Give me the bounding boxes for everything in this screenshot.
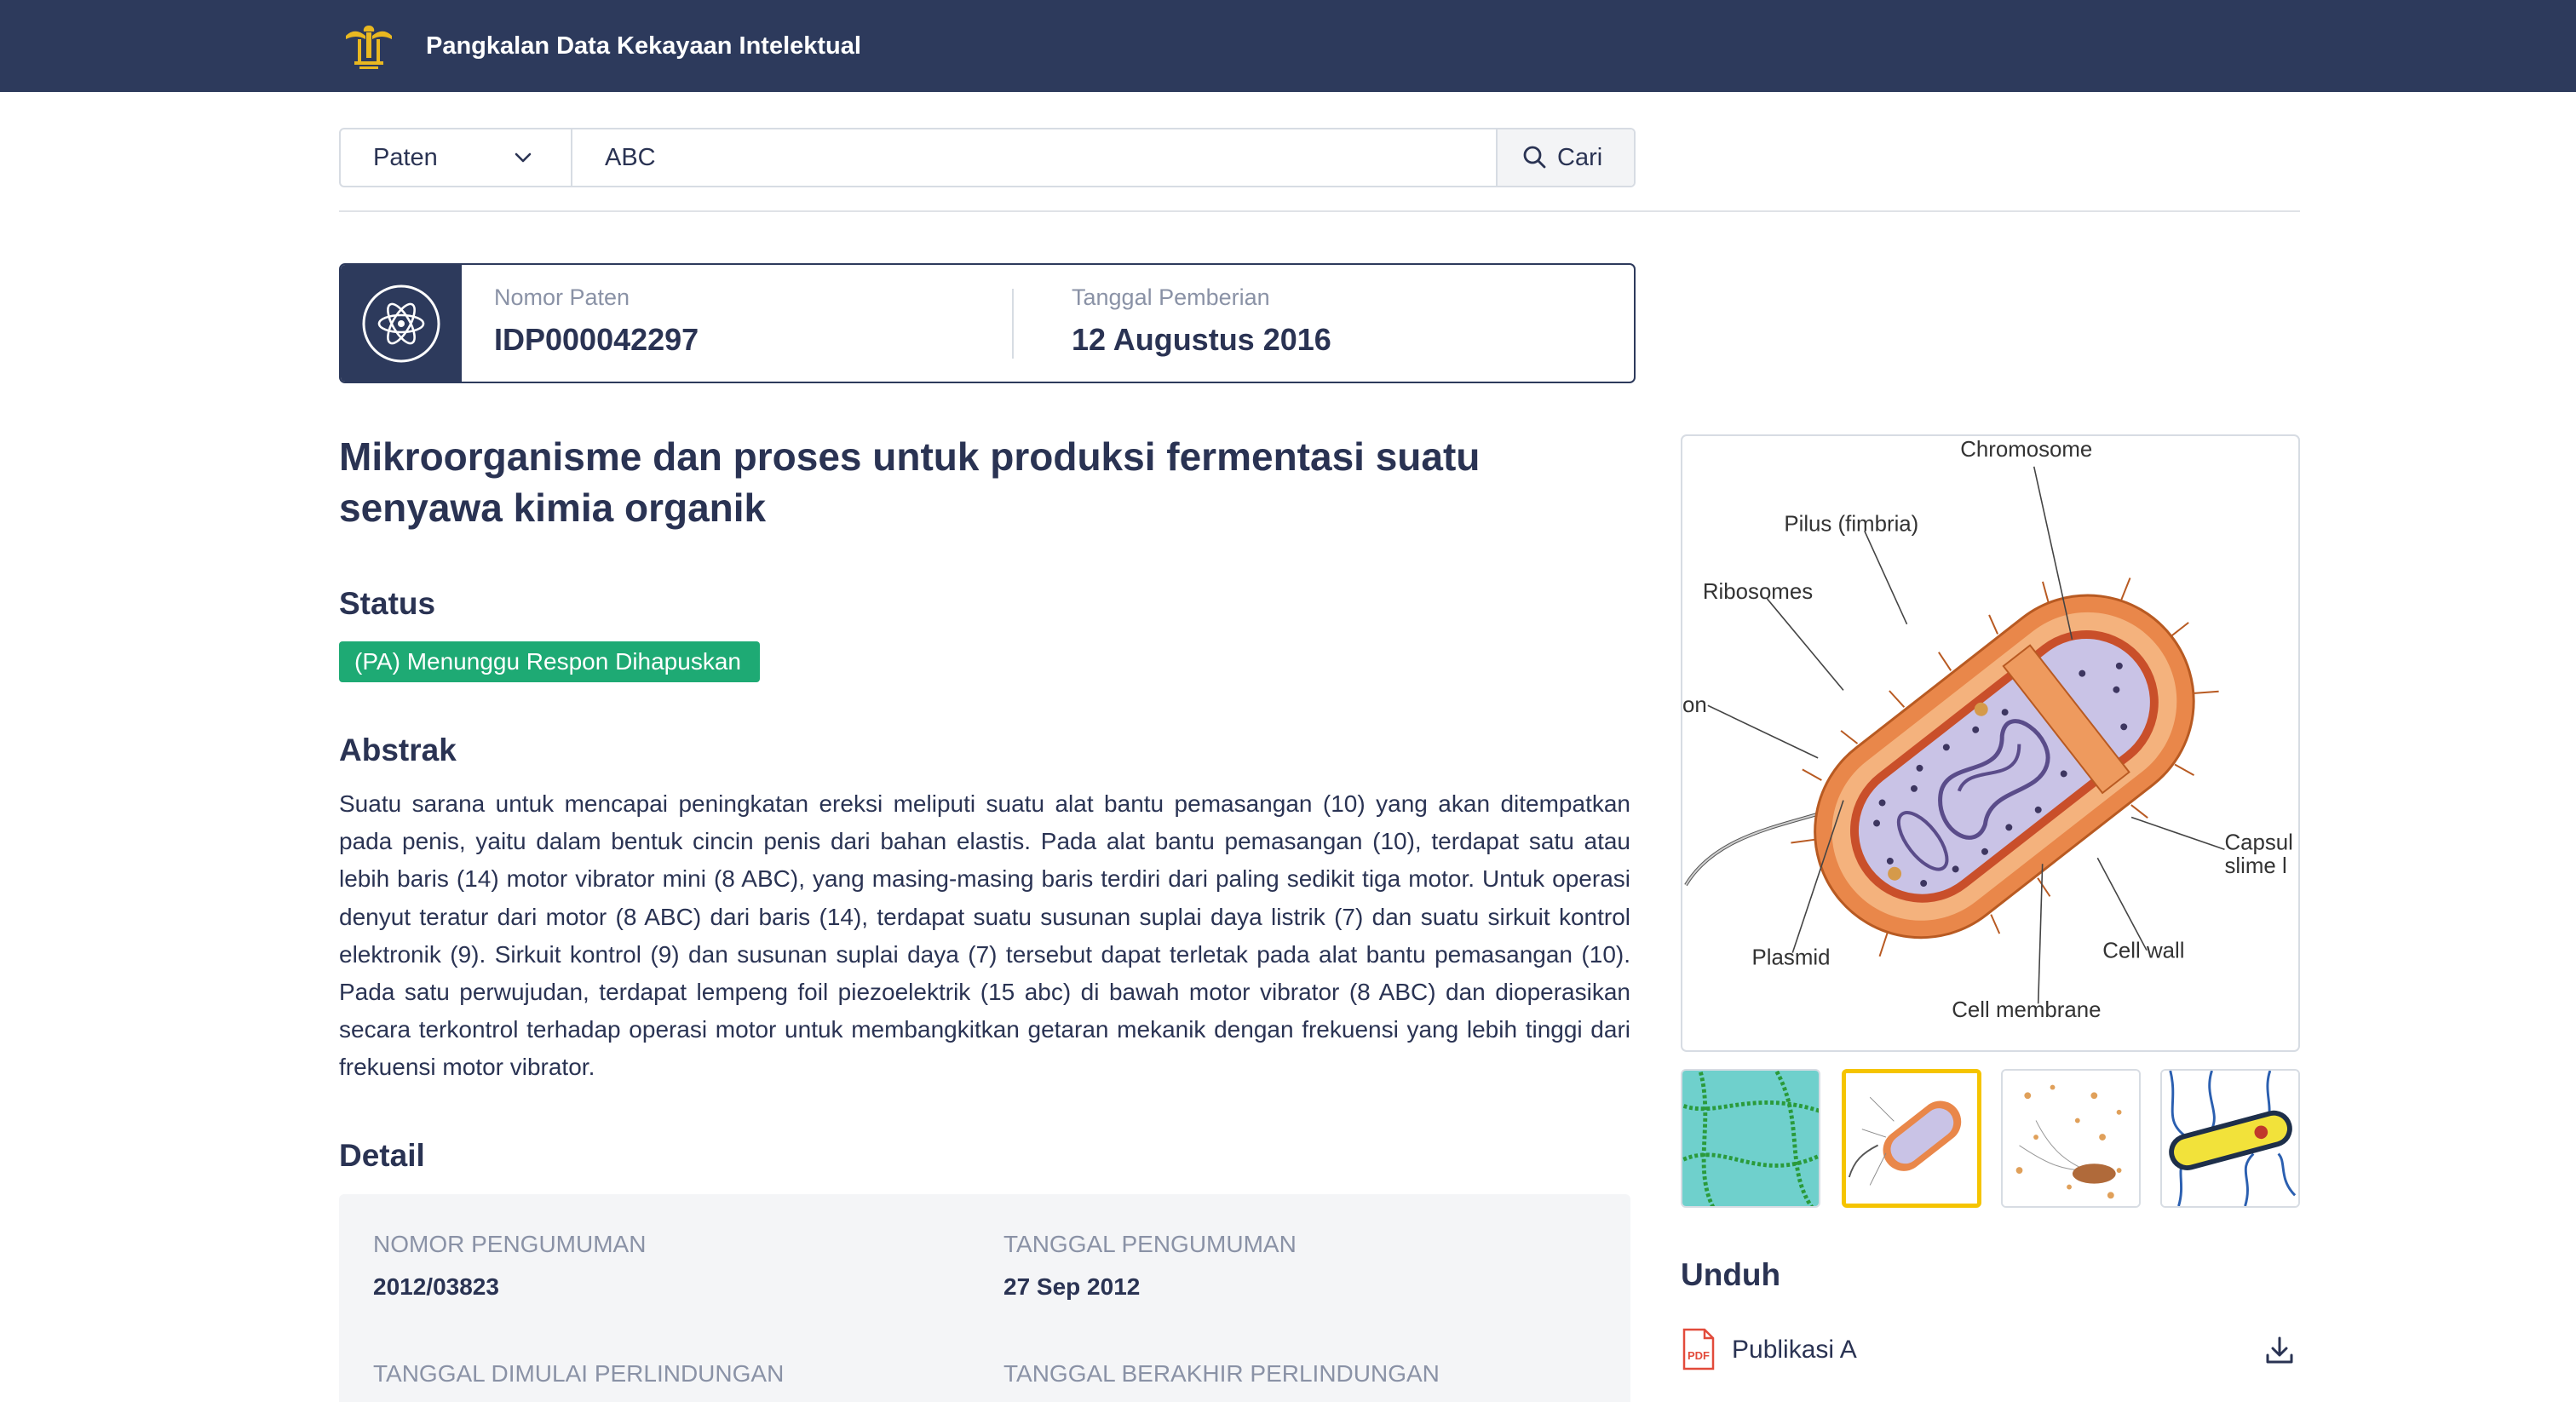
thumbnail-image [1682, 1071, 1819, 1206]
detail-heading: Detail [339, 1138, 425, 1173]
main-figure[interactable]: Chromosome Pilus (fimbria) Ribosomes on … [1681, 434, 2300, 1052]
grant-date-label: Tanggal Pemberian [1072, 284, 1270, 310]
label-cell-wall: Cell wall [2102, 939, 2184, 963]
announcement-number-label: NOMOR PENGUMUMAN [373, 1231, 647, 1257]
announcement-date-value: 27 Sep 2012 [1003, 1273, 1141, 1300]
label-flagellum: on [1682, 693, 1707, 717]
abstract-heading: Abstrak [339, 733, 457, 767]
protection-end-label: TANGGAL BERAKHIR PERLINDUNGAN [1003, 1360, 1440, 1387]
label-capsule-1: Capsul [2224, 830, 2292, 854]
atom-icon [362, 284, 440, 363]
label-cell-membrane: Cell membrane [1952, 998, 2101, 1022]
section-divider [339, 210, 2300, 212]
announcement-number-value: 2012/03823 [373, 1273, 499, 1300]
thumbnail-image [2003, 1071, 2139, 1206]
search-bar: Paten Cari [339, 128, 1636, 187]
patent-number-field: Nomor Paten IDP000042297 [494, 282, 699, 360]
download-label[interactable]: Publikasi A [1732, 1333, 1857, 1367]
label-ribosomes: Ribosomes [1703, 580, 1813, 604]
patent-number-label: Nomor Paten [494, 284, 630, 310]
garuda-emblem-icon[interactable] [341, 19, 397, 73]
detail-panel: NOMOR PENGUMUMAN 2012/03823 TANGGAL PENG… [339, 1194, 1630, 1402]
patent-summary-card: Nomor Paten IDP000042297 Tanggal Pemberi… [339, 263, 1636, 383]
thumbnail-image [1846, 1073, 1977, 1204]
thumbnail-image [2162, 1071, 2298, 1206]
status-badge: (PA) Menunggu Respon Dihapuskan [339, 641, 760, 682]
search-button-label: Cari [1557, 144, 1603, 171]
site-title[interactable]: Pangkalan Data Kekayaan Intelektual [426, 29, 861, 63]
patent-number-value: IDP000042297 [494, 322, 699, 357]
label-pilus: Pilus (fimbria) [1784, 512, 1918, 536]
downloads-heading: Unduh [1681, 1257, 1781, 1292]
ip-type-selected-label: Paten [373, 144, 438, 171]
search-button[interactable]: Cari [1496, 129, 1634, 186]
thumbnail-2[interactable] [1842, 1069, 1981, 1208]
label-plasmid: Plasmid [1752, 946, 1831, 970]
top-navigation-bar: Pangkalan Data Kekayaan Intelektual [0, 0, 2576, 92]
patent-icon-box [341, 265, 462, 382]
card-divider [1012, 289, 1014, 359]
status-heading: Status [339, 586, 436, 621]
label-chromosome: Chromosome [1960, 438, 2092, 462]
download-icon[interactable] [2263, 1333, 2297, 1367]
announcement-date-label: TANGGAL PENGUMUMAN [1003, 1231, 1297, 1257]
search-input[interactable] [572, 129, 1496, 186]
protection-start-label: TANGGAL DIMULAI PERLINDUNGAN [373, 1360, 785, 1387]
abstract-text: Suatu sarana untuk mencapai peningkatan … [339, 790, 1630, 1081]
ip-type-dropdown[interactable]: Paten [341, 129, 572, 186]
grant-date-field: Tanggal Pemberian 12 Augustus 2016 [1072, 282, 1331, 360]
search-icon [1523, 146, 1546, 169]
thumbnail-3[interactable] [2001, 1069, 2141, 1208]
thumbnail-1[interactable] [1681, 1069, 1820, 1208]
thumbnail-4[interactable] [2160, 1069, 2300, 1208]
bacterium-diagram: Chromosome Pilus (fimbria) Ribosomes on … [1682, 438, 2293, 1022]
label-capsule-2: slime l [2224, 854, 2286, 878]
grant-date-value: 12 Augustus 2016 [1072, 322, 1331, 357]
patent-title: Mikroorganisme dan proses untuk produksi… [339, 434, 1481, 530]
chevron-down-icon [515, 152, 532, 163]
download-item[interactable]: PDF Publikasi A [1681, 1326, 2300, 1374]
svg-text:PDF: PDF [1688, 1349, 1710, 1362]
pdf-file-icon: PDF [1682, 1328, 1715, 1370]
